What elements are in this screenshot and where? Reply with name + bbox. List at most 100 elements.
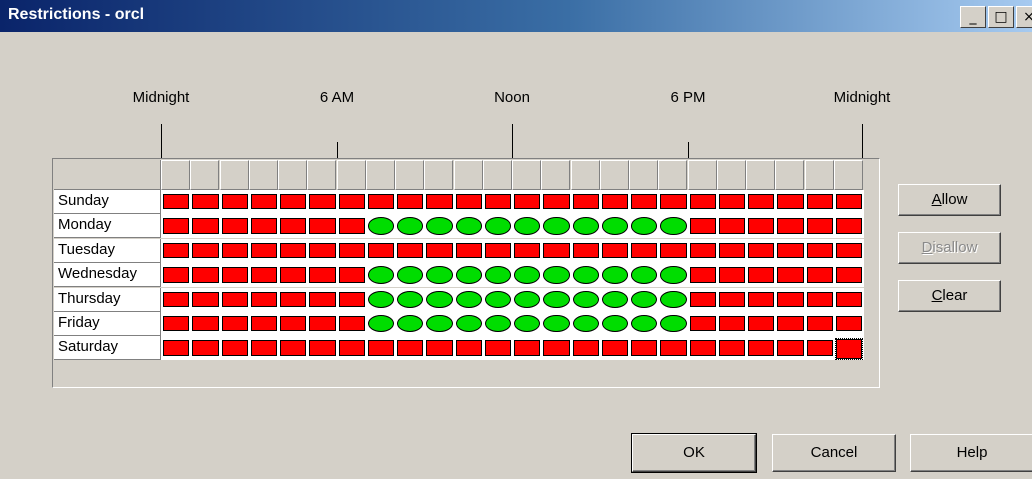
day-label-tuesday[interactable]: Tuesday [54, 238, 161, 263]
time-slot-friday-18[interactable] [689, 316, 716, 332]
time-slot-friday-3[interactable] [250, 316, 277, 332]
time-slot-friday-17[interactable] [660, 315, 687, 333]
hour-header-17[interactable] [658, 160, 688, 190]
time-slot-saturday-18[interactable] [689, 340, 716, 356]
minimize-button[interactable]: _ [960, 6, 986, 28]
time-slot-saturday-9[interactable] [426, 340, 453, 356]
time-slot-tuesday-17[interactable] [660, 242, 687, 259]
time-slot-tuesday-4[interactable] [280, 242, 307, 259]
time-slot-thursday-5[interactable] [309, 291, 336, 307]
time-slot-thursday-4[interactable] [280, 291, 307, 307]
time-slot-sunday-5[interactable] [309, 194, 336, 210]
hour-header-4[interactable] [278, 160, 307, 190]
time-slot-monday-2[interactable] [221, 218, 248, 234]
hour-header-14[interactable] [570, 160, 600, 190]
clear-button[interactable]: Clear [898, 280, 1001, 312]
time-slot-wednesday-9[interactable] [426, 266, 453, 284]
time-slot-sunday-10[interactable] [455, 194, 482, 210]
time-slot-friday-0[interactable] [163, 316, 190, 332]
time-slot-sunday-9[interactable] [426, 194, 453, 210]
time-slot-sunday-0[interactable] [163, 194, 190, 210]
time-slot-sunday-15[interactable] [601, 194, 628, 210]
time-slot-wednesday-21[interactable] [777, 267, 804, 283]
time-slot-sunday-7[interactable] [367, 194, 394, 210]
time-slot-thursday-22[interactable] [806, 291, 833, 307]
time-slot-monday-13[interactable] [543, 217, 570, 235]
grid-corner-select-all[interactable] [54, 160, 161, 190]
time-slot-sunday-3[interactable] [250, 194, 277, 210]
time-slot-saturday-23[interactable] [834, 338, 864, 360]
time-slot-wednesday-12[interactable] [514, 266, 541, 284]
time-slot-thursday-13[interactable] [543, 290, 570, 308]
time-slot-monday-16[interactable] [631, 217, 658, 235]
time-slot-monday-14[interactable] [572, 217, 599, 235]
time-slot-friday-23[interactable] [835, 316, 862, 332]
time-slot-wednesday-17[interactable] [660, 266, 687, 284]
time-slot-saturday-6[interactable] [338, 340, 365, 356]
time-slot-monday-21[interactable] [777, 218, 804, 234]
time-slot-friday-21[interactable] [777, 316, 804, 332]
time-slot-tuesday-22[interactable] [806, 242, 833, 259]
time-slot-saturday-1[interactable] [192, 340, 219, 356]
day-label-thursday[interactable]: Thursday [54, 287, 161, 312]
time-slot-sunday-18[interactable] [689, 194, 716, 210]
time-slot-thursday-6[interactable] [338, 291, 365, 307]
time-slot-monday-8[interactable] [397, 217, 424, 235]
time-slot-wednesday-13[interactable] [543, 266, 570, 284]
hour-header-13[interactable] [541, 160, 571, 190]
time-slot-monday-1[interactable] [192, 218, 219, 234]
time-slot-monday-5[interactable] [309, 218, 336, 234]
time-slot-thursday-20[interactable] [748, 291, 775, 307]
time-slot-thursday-0[interactable] [163, 291, 190, 307]
hour-header-20[interactable] [746, 160, 775, 190]
time-slot-friday-6[interactable] [338, 316, 365, 332]
time-slot-monday-17[interactable] [660, 217, 687, 235]
time-slot-monday-12[interactable] [514, 217, 541, 235]
time-slot-monday-11[interactable] [484, 217, 511, 235]
time-slot-saturday-8[interactable] [397, 340, 424, 356]
time-slot-sunday-2[interactable] [221, 194, 248, 210]
time-slot-wednesday-19[interactable] [718, 267, 745, 283]
time-slot-tuesday-11[interactable] [484, 242, 511, 259]
hour-header-22[interactable] [804, 160, 834, 190]
time-slot-wednesday-14[interactable] [572, 266, 599, 284]
time-slot-tuesday-1[interactable] [192, 242, 219, 259]
time-slot-tuesday-3[interactable] [250, 242, 277, 259]
time-slot-tuesday-5[interactable] [309, 242, 336, 259]
time-slot-saturday-3[interactable] [250, 340, 277, 356]
time-slot-wednesday-1[interactable] [192, 267, 219, 283]
time-slot-wednesday-4[interactable] [280, 267, 307, 283]
time-slot-wednesday-2[interactable] [221, 267, 248, 283]
time-slot-wednesday-20[interactable] [748, 267, 775, 283]
time-slot-thursday-2[interactable] [221, 291, 248, 307]
hour-header-0[interactable] [161, 160, 190, 190]
disallow-button[interactable]: Disallow [898, 232, 1001, 264]
time-slot-wednesday-3[interactable] [250, 267, 277, 283]
hour-header-23[interactable] [833, 160, 863, 190]
day-label-friday[interactable]: Friday [54, 312, 161, 336]
time-slot-saturday-5[interactable] [309, 340, 336, 356]
time-slot-saturday-0[interactable] [163, 340, 190, 356]
time-slot-sunday-6[interactable] [338, 194, 365, 210]
time-slot-saturday-4[interactable] [280, 340, 307, 356]
time-slot-wednesday-5[interactable] [309, 267, 336, 283]
ok-button[interactable]: OK [631, 433, 757, 473]
time-slot-wednesday-22[interactable] [806, 267, 833, 283]
time-slot-saturday-22[interactable] [806, 340, 833, 356]
time-slot-thursday-1[interactable] [192, 291, 219, 307]
time-slot-tuesday-13[interactable] [543, 242, 570, 259]
time-slot-monday-9[interactable] [426, 217, 453, 235]
time-slot-monday-18[interactable] [689, 218, 716, 234]
time-slot-thursday-11[interactable] [484, 290, 511, 308]
time-slot-tuesday-23[interactable] [835, 242, 862, 259]
time-slot-sunday-23[interactable] [835, 194, 862, 210]
day-label-monday[interactable]: Monday [54, 214, 161, 239]
time-slot-friday-22[interactable] [806, 316, 833, 332]
time-slot-thursday-12[interactable] [514, 290, 541, 308]
time-slot-tuesday-18[interactable] [689, 242, 716, 259]
time-slot-monday-4[interactable] [280, 218, 307, 234]
time-slot-thursday-19[interactable] [718, 291, 745, 307]
time-slot-friday-13[interactable] [543, 315, 570, 333]
hour-header-12[interactable] [512, 160, 541, 190]
hour-header-10[interactable] [453, 160, 483, 190]
